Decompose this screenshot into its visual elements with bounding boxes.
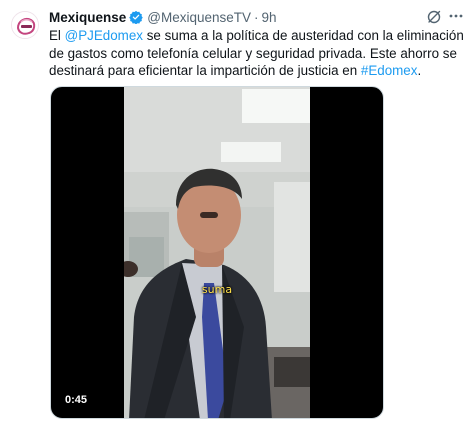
tweet-text-part: . <box>417 63 422 78</box>
verified-badge-icon <box>129 10 144 24</box>
more-icon[interactable] <box>447 8 465 24</box>
tweet-text: El @PJEdomex se suma a la política de au… <box>49 27 469 80</box>
avatar[interactable] <box>11 11 39 39</box>
video-duration: 0:45 <box>65 394 88 406</box>
hashtag-link[interactable]: #Edomex <box>361 63 418 78</box>
handle[interactable]: @MexiquenseTV <box>147 10 251 25</box>
grok-icon[interactable] <box>426 9 442 25</box>
tweet-text-part: El <box>49 28 65 43</box>
video-frame: suma <box>124 87 310 418</box>
tweet-header: Mexiquense @MexiquenseTV · 9h <box>49 8 277 26</box>
mention-link[interactable]: @PJEdomex <box>65 28 143 43</box>
display-name[interactable]: Mexiquense <box>49 10 126 25</box>
video-player[interactable]: suma <box>50 86 384 419</box>
timestamp[interactable]: 9h <box>262 10 277 25</box>
tweet-card[interactable]: Mexiquense @MexiquenseTV · 9h El @PJEdom… <box>0 0 472 431</box>
channel-logo-icon <box>12 12 38 38</box>
video-caption: suma <box>201 283 233 296</box>
separator-dot: · <box>254 9 259 25</box>
